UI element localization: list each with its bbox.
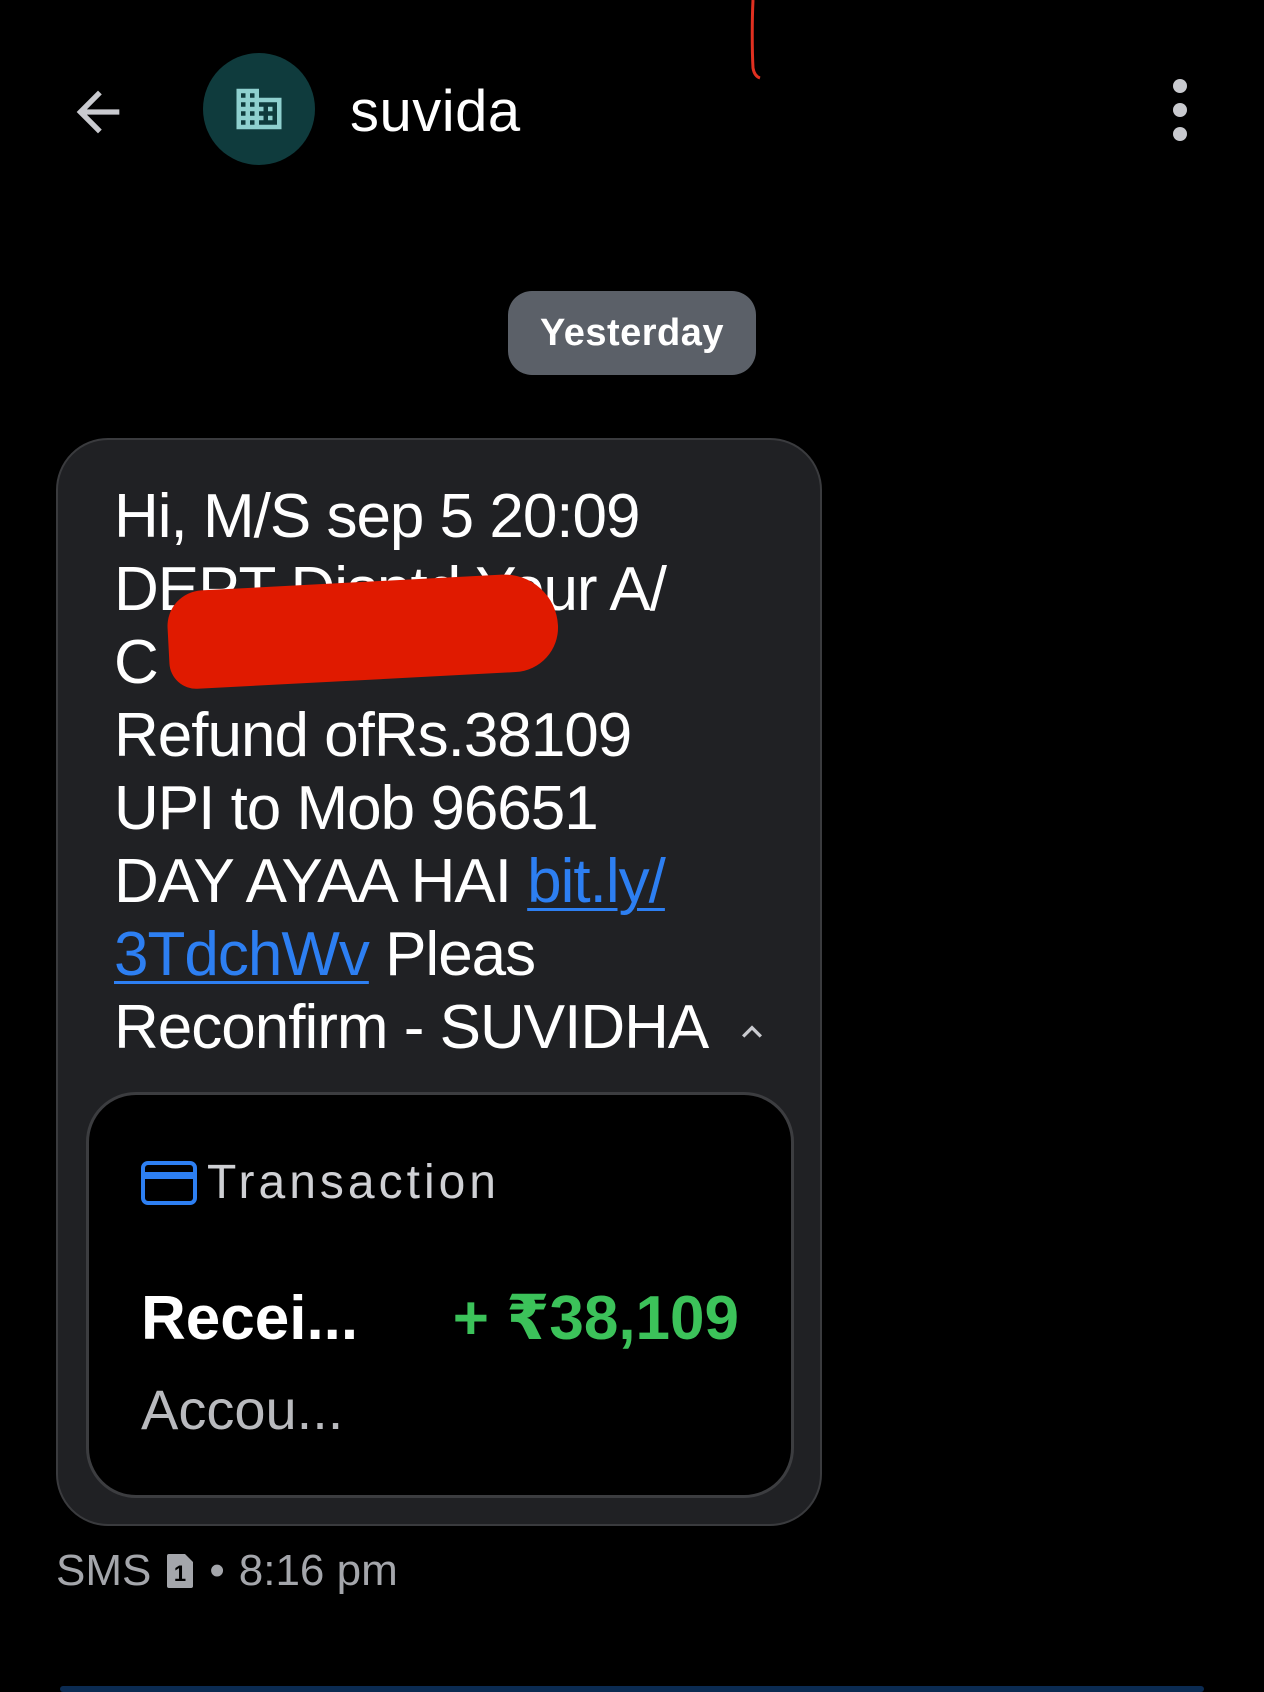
- message-text: Hi, M/S sep 5 20:09 DEPT Disptd Your A/ …: [114, 480, 754, 1064]
- transaction-title: Transaction: [207, 1156, 500, 1209]
- back-button[interactable]: [62, 76, 134, 148]
- transaction-header: Transaction: [141, 1155, 500, 1210]
- message-line-text: Pleas: [368, 920, 536, 989]
- message-type: SMS: [56, 1546, 152, 1595]
- message-line: Hi, M/S sep 5 20:09: [114, 482, 641, 551]
- transaction-amount: + ₹38,109: [452, 1284, 739, 1353]
- date-separator: Yesterday: [508, 291, 756, 375]
- sim-1-icon: 1: [165, 1552, 195, 1590]
- message-line: Reconfirm - SUVIDHA: [114, 993, 709, 1062]
- compose-bar-edge: [60, 1686, 1204, 1692]
- chevron-up-icon: [742, 1025, 762, 1038]
- message-line: 3TdchWv Pleas: [114, 918, 754, 991]
- redaction-scribble: [165, 571, 561, 691]
- sim-number: 1: [174, 1561, 186, 1586]
- message-line: Refund ofRs.38109: [114, 701, 632, 770]
- message-link-continued[interactable]: 3TdchWv: [114, 920, 370, 989]
- transaction-card[interactable]: Transaction Recei... + ₹38,109 Accou...: [86, 1092, 794, 1498]
- more-vert-icon-dot: [1173, 127, 1187, 141]
- conversation-screen: suvida Yesterday Hi, M/S sep 5 20:09 DEP…: [0, 0, 1264, 1692]
- meta-separator: •: [209, 1546, 225, 1595]
- transaction-account: Accou...: [141, 1378, 344, 1441]
- message-link[interactable]: bit.ly/: [527, 847, 666, 916]
- collapse-button[interactable]: [730, 1010, 774, 1054]
- more-vert-icon: [1173, 79, 1187, 93]
- message-time: 8:16 pm: [238, 1546, 398, 1595]
- app-bar: suvida: [0, 0, 1264, 220]
- message-bubble[interactable]: Hi, M/S sep 5 20:09 DEPT Disptd Your A/ …: [56, 438, 822, 1526]
- message-line-text: DAY AYAA HAI: [114, 847, 528, 916]
- contact-avatar[interactable]: [203, 53, 315, 165]
- more-vert-icon-dot: [1173, 103, 1187, 117]
- contact-name[interactable]: suvida: [350, 78, 521, 145]
- red-ink-mark: [750, 0, 761, 80]
- message-line: DAY AYAA HAI bit.ly/: [114, 845, 754, 918]
- more-options-button[interactable]: [1150, 70, 1210, 150]
- message-meta: SMS 1 • 8:16 pm: [56, 1546, 398, 1596]
- message-line: UPI to Mob 96651: [114, 774, 599, 843]
- transaction-type: Recei...: [141, 1284, 359, 1353]
- arrow-back-icon: [76, 90, 120, 134]
- credit-card-icon: [141, 1160, 197, 1205]
- business-building-icon: [236, 88, 282, 130]
